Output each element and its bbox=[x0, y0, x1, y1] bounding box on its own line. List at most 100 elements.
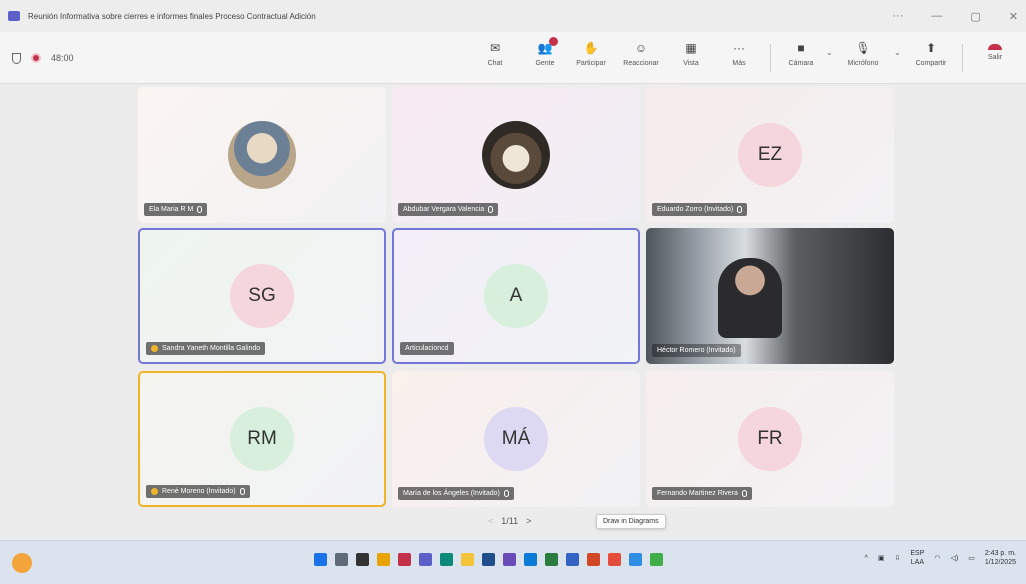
teams-icon[interactable] bbox=[419, 553, 432, 566]
more-button[interactable]: ··· Más bbox=[722, 36, 756, 80]
participant-tile[interactable]: RM René Moreno (Invitado) bbox=[138, 371, 386, 507]
participant-nametag: Eduardo Zorro (Invitado) bbox=[652, 203, 748, 216]
chat-button[interactable]: ✉ Chat bbox=[478, 36, 512, 80]
previous-page-button[interactable]: < bbox=[488, 516, 493, 526]
system-tray: ^ ▣ ⇩ ESP LAA ◠ ◁) ▭ 2:43 p. m. 1/12/202… bbox=[865, 549, 1016, 567]
more-window-icon[interactable]: ··· bbox=[892, 10, 903, 22]
toolbar-divider bbox=[770, 44, 771, 72]
chevron-up-icon[interactable]: ^ bbox=[865, 555, 868, 562]
window-title: Reunión Informativa sobre cierres e info… bbox=[28, 11, 316, 21]
app-icon[interactable] bbox=[629, 553, 642, 566]
maximize-icon[interactable]: ▢ bbox=[970, 10, 980, 23]
weather-icon[interactable] bbox=[12, 553, 32, 573]
view-button[interactable]: ▦ Vista bbox=[674, 36, 708, 80]
microphone-icon: 🎙 bbox=[855, 41, 871, 55]
store-icon[interactable] bbox=[524, 553, 537, 566]
participant-nametag: Ela Maria R M bbox=[144, 203, 208, 216]
participant-tile[interactable]: Ela Maria R M bbox=[138, 87, 386, 223]
participant-tile[interactable]: EZ Eduardo Zorro (Invitado) bbox=[646, 87, 894, 223]
outlook-icon[interactable] bbox=[482, 553, 495, 566]
recording-icon bbox=[31, 53, 41, 63]
participant-tile[interactable]: FR Fernando Martinez Rivera bbox=[646, 371, 894, 507]
battery-icon[interactable]: ▭ bbox=[968, 554, 975, 562]
toolbar-divider bbox=[962, 44, 963, 72]
participant-initials-avatar: SG bbox=[230, 264, 294, 328]
edge-icon[interactable] bbox=[440, 553, 453, 566]
share-button[interactable]: ⬆ Compartir bbox=[914, 36, 948, 80]
input-language[interactable]: ESP LAA bbox=[910, 549, 924, 567]
participant-tile[interactable]: MÁ María de los Ángeles (Invitado) bbox=[392, 371, 640, 507]
participant-photo-avatar bbox=[482, 121, 550, 189]
tooltip: Draw in Diagrams bbox=[596, 514, 666, 529]
participant-initials-avatar: EZ bbox=[738, 123, 802, 187]
raised-hand-icon bbox=[151, 345, 158, 352]
task-view-icon[interactable] bbox=[356, 553, 369, 566]
chevron-down-icon[interactable]: ⌄ bbox=[894, 48, 901, 57]
more-icon: ··· bbox=[733, 41, 745, 55]
app-icon[interactable] bbox=[503, 553, 516, 566]
close-icon[interactable]: ✕ bbox=[1009, 10, 1018, 23]
participant-nametag: María de los Ángeles (Invitado) bbox=[398, 487, 514, 500]
next-page-button[interactable]: > bbox=[526, 516, 531, 526]
word-icon[interactable] bbox=[566, 553, 579, 566]
taskbar-apps bbox=[314, 553, 663, 566]
folder-icon[interactable] bbox=[461, 553, 474, 566]
video-stage: Ela Maria R M Abdubar Vergara Valencia E… bbox=[0, 85, 1026, 540]
teams-icon bbox=[8, 11, 20, 21]
title-bar: Reunión Informativa sobre cierres e info… bbox=[0, 0, 1026, 32]
microphone-button[interactable]: 🎙 Micrófono bbox=[846, 36, 880, 80]
chrome-icon[interactable] bbox=[608, 553, 621, 566]
app-icon[interactable] bbox=[650, 553, 663, 566]
view-icon: ▦ bbox=[685, 41, 697, 55]
participant-photo-avatar bbox=[228, 121, 296, 189]
participant-initials-avatar: RM bbox=[230, 407, 294, 471]
participant-initials-avatar: FR bbox=[738, 407, 802, 471]
page-indicator: 1/11 bbox=[501, 516, 519, 526]
participant-video-tile[interactable]: Héctor Romero (Invitado) bbox=[646, 228, 894, 364]
usb-icon[interactable]: ⇩ bbox=[895, 554, 901, 562]
wifi-icon[interactable]: ◠ bbox=[934, 554, 940, 562]
powerpoint-icon[interactable] bbox=[587, 553, 600, 566]
gallery-pager: < 1/11 > bbox=[488, 516, 531, 526]
participant-nametag: Sandra Yaneth Montilla Galindo bbox=[146, 342, 266, 355]
camera-icon: ■ bbox=[797, 41, 805, 55]
raised-hand-icon bbox=[151, 488, 158, 495]
taskbar: ^ ▣ ⇩ ESP LAA ◠ ◁) ▭ 2:43 p. m. 1/12/202… bbox=[0, 540, 1026, 584]
people-icon: 👥 bbox=[537, 37, 558, 56]
clock[interactable]: 2:43 p. m. 1/12/2025 bbox=[985, 549, 1016, 567]
shield-icon bbox=[12, 52, 21, 64]
search-icon[interactable] bbox=[335, 553, 348, 566]
muted-mic-icon bbox=[197, 206, 203, 213]
participant-tile[interactable]: A Articulacioncd bbox=[392, 228, 640, 364]
raise-hand-button[interactable]: ✋ Participar bbox=[574, 36, 608, 80]
volume-icon[interactable]: ◁) bbox=[951, 554, 959, 562]
leave-icon bbox=[988, 44, 1002, 50]
window-controls: ··· — ▢ ✕ bbox=[892, 0, 1018, 32]
camera-button[interactable]: ■ Cámara bbox=[784, 36, 818, 80]
minimize-icon[interactable]: — bbox=[931, 10, 942, 22]
muted-mic-icon bbox=[503, 490, 509, 497]
participant-nametag: Héctor Romero (Invitado) bbox=[652, 344, 741, 357]
raise-hand-icon: ✋ bbox=[583, 41, 599, 55]
excel-icon[interactable] bbox=[545, 553, 558, 566]
start-icon[interactable] bbox=[314, 553, 327, 566]
participant-tile[interactable]: SG Sandra Yaneth Montilla Galindo bbox=[138, 228, 386, 364]
network-icon[interactable]: ▣ bbox=[878, 554, 885, 562]
react-icon: ☺ bbox=[634, 41, 648, 55]
share-icon: ⬆ bbox=[925, 41, 937, 55]
participant-video-feed bbox=[718, 258, 782, 338]
leave-button[interactable]: Salir bbox=[978, 36, 1012, 80]
meeting-toolbar: 48:00 ✉ Chat 👥 Gente ✋ Participar ☺ Reac… bbox=[0, 32, 1026, 84]
app-icon[interactable] bbox=[398, 553, 411, 566]
people-button[interactable]: 👥 Gente bbox=[528, 36, 562, 80]
chevron-down-icon[interactable]: ⌄ bbox=[826, 48, 833, 57]
meeting-timer: 48:00 bbox=[51, 53, 74, 63]
muted-mic-icon bbox=[488, 206, 494, 213]
participant-nametag: Abdubar Vergara Valencia bbox=[398, 203, 499, 216]
participant-initials-avatar: A bbox=[484, 264, 548, 328]
react-button[interactable]: ☺ Reaccionar bbox=[623, 36, 658, 80]
chat-icon: ✉ bbox=[489, 41, 501, 55]
file-explorer-icon[interactable] bbox=[377, 553, 390, 566]
participant-tile[interactable]: Abdubar Vergara Valencia bbox=[392, 87, 640, 223]
muted-mic-icon bbox=[741, 490, 747, 497]
